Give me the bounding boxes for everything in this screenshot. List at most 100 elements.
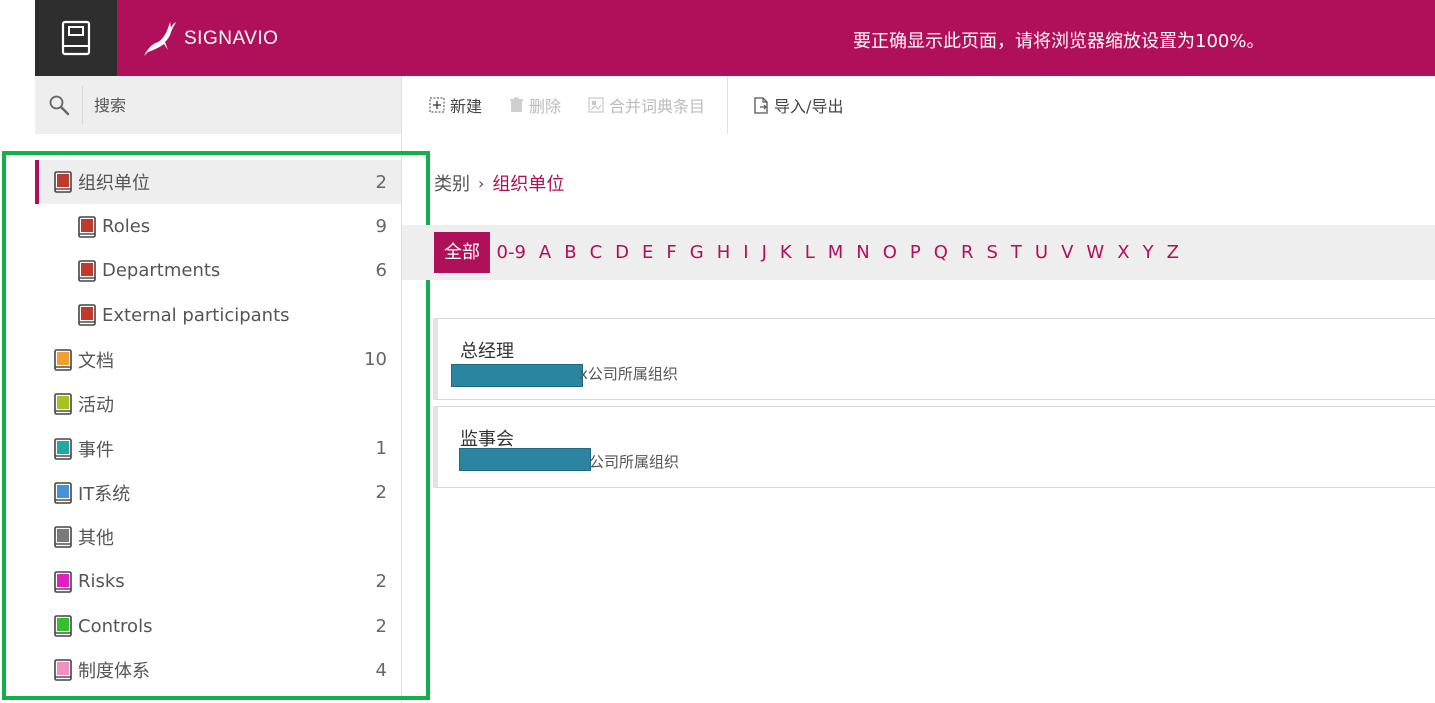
sidebar-item-count: 1 bbox=[375, 438, 387, 460]
sidebar-item[interactable]: Departments 6 bbox=[35, 249, 401, 293]
alphabet-filter-all[interactable]: 全部 bbox=[434, 232, 490, 273]
category-book-icon bbox=[54, 348, 72, 371]
alphabet-filter-letter[interactable]: I bbox=[737, 232, 755, 273]
category-book-icon bbox=[54, 570, 72, 593]
alphabet-filter-letter[interactable]: D bbox=[609, 232, 636, 273]
sidebar-item[interactable]: 活动 bbox=[35, 382, 401, 426]
sidebar-item[interactable]: External participants bbox=[35, 293, 401, 337]
entry-card[interactable]: 总经理 x公司所属组织 bbox=[433, 318, 1435, 400]
entry-subtitle: x公司所属组织 bbox=[579, 365, 678, 383]
sidebar-item[interactable]: 组织单位 2 bbox=[35, 160, 401, 205]
sidebar-item[interactable]: 制度体系 4 bbox=[35, 648, 401, 692]
entry-card[interactable]: 监事会 公司所属组织 bbox=[433, 406, 1435, 488]
alphabet-filter-letter[interactable]: P bbox=[903, 232, 927, 273]
search-icon[interactable] bbox=[35, 86, 83, 124]
category-tree: 组织单位 2 Roles 9 Departments 6 External particip… bbox=[35, 160, 401, 693]
logo-text: SIGNAVIO bbox=[184, 28, 279, 49]
signavio-logo[interactable]: SIGNAVIO bbox=[140, 20, 278, 58]
category-book-icon bbox=[54, 526, 72, 549]
category-book-icon bbox=[78, 215, 96, 238]
alphabet-filter-letter[interactable]: M bbox=[821, 232, 850, 273]
sidebar-item[interactable]: 文档 10 bbox=[35, 338, 401, 382]
sidebar-item-count: 2 bbox=[375, 482, 387, 504]
category-book-icon bbox=[78, 260, 96, 282]
trash-icon bbox=[510, 97, 524, 112]
alphabet-filter-letter[interactable]: G bbox=[683, 232, 710, 273]
alphabet-filter-letter[interactable]: W bbox=[1080, 232, 1111, 273]
alphabet-filter-letter[interactable]: U bbox=[1028, 232, 1054, 273]
alphabet-filter-letter[interactable]: H bbox=[710, 232, 737, 273]
merge-icon bbox=[588, 97, 604, 113]
app-header: SIGNAVIO 要正确显示此页面，请将浏览器缩放设置为100%。 bbox=[35, 0, 1435, 76]
alphabet-filter-letter[interactable]: F bbox=[660, 232, 683, 273]
search-bar bbox=[35, 76, 402, 134]
alphabet-filter-letter[interactable]: S bbox=[980, 232, 1004, 273]
alphabet-filter-letter[interactable]: N bbox=[850, 232, 876, 273]
sidebar-item[interactable]: 其他 bbox=[35, 515, 401, 559]
toolbar: 新建 删除 合并词典条目 导入/导出 bbox=[402, 76, 1435, 134]
alphabet-filter-letter[interactable]: T bbox=[1004, 232, 1028, 273]
new-button-label: 新建 bbox=[450, 97, 483, 116]
breadcrumb: 类别 › 组织单位 bbox=[434, 170, 564, 196]
sidebar-item-count: 4 bbox=[375, 659, 387, 681]
alphabet-filter-letter[interactable]: C bbox=[583, 232, 609, 273]
breadcrumb-root[interactable]: 类别 bbox=[434, 170, 470, 196]
sidebar-item[interactable]: IT系统 2 bbox=[35, 471, 401, 515]
delete-button-label: 删除 bbox=[529, 97, 562, 116]
alphabet-filter-letter[interactable]: O bbox=[876, 232, 903, 273]
sidebar-item[interactable]: Risks 2 bbox=[35, 560, 401, 604]
import-export-label: 导入/导出 bbox=[774, 97, 844, 116]
import-export-button[interactable]: 导入/导出 bbox=[728, 76, 843, 134]
sidebar-item-label: Roles bbox=[102, 216, 151, 238]
category-book-icon bbox=[54, 171, 72, 193]
alphabet-filter-letter[interactable]: A bbox=[532, 232, 557, 273]
zoom-warning-message: 要正确显示此页面，请将浏览器缩放设置为100%。 bbox=[853, 31, 1265, 52]
antelope-logo-icon bbox=[144, 22, 176, 56]
sidebar-item-label: 制度体系 bbox=[78, 661, 150, 683]
category-book-icon bbox=[54, 659, 72, 682]
merge-entries-label: 合并词典条目 bbox=[609, 97, 706, 116]
sidebar-item-label: External participants bbox=[102, 304, 290, 326]
sidebar-item-label: 文档 bbox=[78, 350, 114, 372]
sidebar-item-count: 6 bbox=[375, 260, 387, 282]
sidebar-item[interactable]: 事件 1 bbox=[35, 426, 401, 470]
alphabet-filter-letter[interactable]: Z bbox=[1160, 232, 1185, 273]
sidebar-item[interactable]: Controls 2 bbox=[35, 604, 401, 648]
category-book-icon bbox=[78, 304, 96, 327]
sidebar-item-label: Departments bbox=[102, 260, 221, 282]
category-book-icon bbox=[54, 437, 72, 460]
alphabet-filter: 全部 0-9 A B C D E F G H I J K L M N O P Q R S T U V W X Y Z bbox=[434, 232, 1185, 273]
breadcrumb-separator: › bbox=[478, 173, 485, 193]
breadcrumb-current: 组织单位 bbox=[492, 174, 565, 195]
alphabet-filter-letter[interactable]: L bbox=[798, 232, 821, 273]
sidebar-item[interactable]: Roles 9 bbox=[35, 204, 401, 248]
sidebar-item-count: 9 bbox=[375, 216, 387, 238]
alphabet-filter-letter[interactable]: E bbox=[636, 232, 660, 273]
alphabet-filter-letter[interactable]: V bbox=[1055, 232, 1080, 273]
category-book-icon bbox=[54, 482, 72, 504]
dictionary-book-icon[interactable] bbox=[35, 0, 117, 76]
alphabet-filter-letter[interactable]: J bbox=[755, 232, 773, 273]
alphabet-filter-bar: 全部 0-9 A B C D E F G H I J K L M N O P Q R S T U V W X Y Z bbox=[402, 225, 1435, 280]
sidebar-item-label: 其他 bbox=[78, 528, 114, 550]
merge-entries-button[interactable]: 合并词典条目 bbox=[561, 76, 705, 134]
sidebar-item-label: 事件 bbox=[78, 439, 114, 461]
alphabet-filter-letter[interactable]: R bbox=[954, 232, 980, 273]
alphabet-filter-letter[interactable]: X bbox=[1111, 232, 1136, 273]
alphabet-filter-letter[interactable]: Q bbox=[927, 232, 954, 273]
alphabet-filter-letter[interactable]: K bbox=[773, 232, 798, 273]
sidebar-item-count: 2 bbox=[375, 171, 387, 193]
sidebar-item-label: Controls bbox=[78, 615, 153, 637]
sidebar-item-count: 2 bbox=[375, 615, 387, 637]
alphabet-filter-letter[interactable]: B bbox=[558, 232, 583, 273]
sidebar-item-count: 10 bbox=[364, 349, 387, 371]
category-book-icon bbox=[54, 615, 72, 637]
alphabet-filter-letter[interactable]: Y bbox=[1136, 232, 1160, 273]
sidebar-item-label: Risks bbox=[78, 571, 125, 593]
search-input[interactable] bbox=[83, 95, 383, 115]
delete-button[interactable]: 删除 bbox=[482, 76, 561, 134]
sidebar-item-label: 活动 bbox=[78, 395, 114, 417]
new-button[interactable]: 新建 bbox=[402, 76, 482, 134]
entry-title[interactable]: 总经理 bbox=[460, 337, 514, 363]
alphabet-filter-letter[interactable]: 0-9 bbox=[490, 232, 532, 273]
